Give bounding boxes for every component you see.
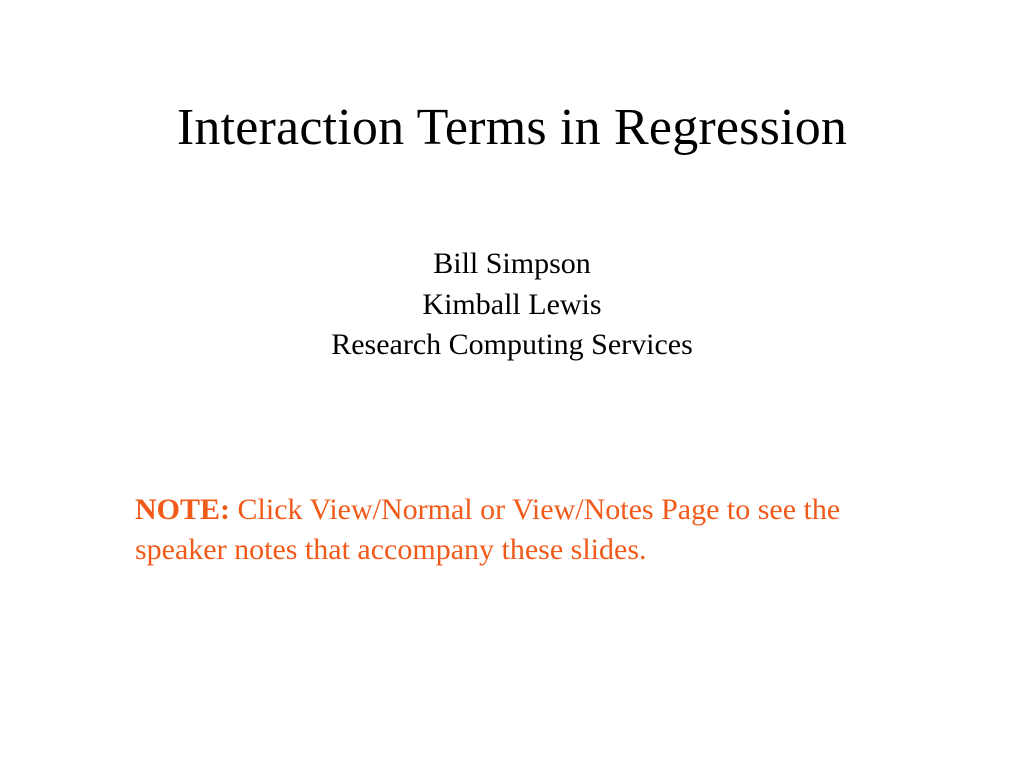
author-line-2: Kimball Lewis xyxy=(0,285,1024,326)
author-line-1: Bill Simpson xyxy=(0,244,1024,285)
slide: Interaction Terms in Regression Bill Sim… xyxy=(0,0,1024,768)
slide-title: Interaction Terms in Regression xyxy=(0,98,1024,157)
note-block: NOTE: Click View/Normal or View/Notes Pa… xyxy=(135,490,905,569)
author-block: Bill Simpson Kimball Lewis Research Comp… xyxy=(0,244,1024,366)
author-line-3: Research Computing Services xyxy=(0,325,1024,366)
note-label: NOTE: xyxy=(135,493,230,526)
note-text: Click View/Normal or View/Notes Page to … xyxy=(135,493,840,566)
